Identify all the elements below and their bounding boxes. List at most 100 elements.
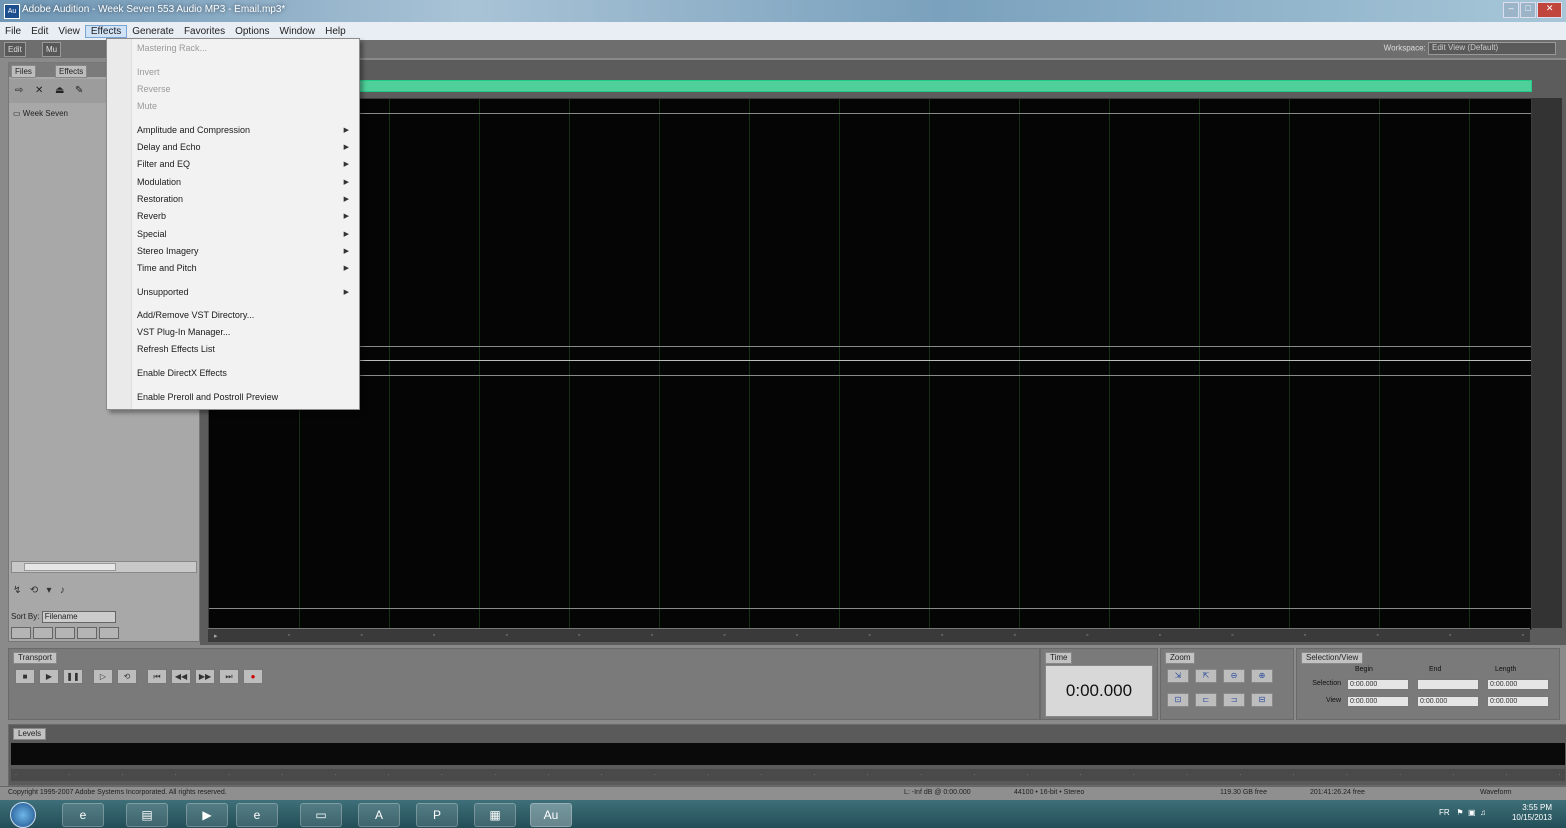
menu-file[interactable]: File [0, 26, 26, 37]
selection-begin-field[interactable]: 0:00.000 [1347, 679, 1409, 690]
workspace-dropdown[interactable]: Edit View (Default) [1428, 42, 1556, 55]
close-button[interactable]: ✕ [1537, 2, 1563, 18]
menu-item-special[interactable]: Special [137, 229, 167, 239]
menu-item-modulation[interactable]: Modulation [137, 177, 181, 187]
menu-item-delay[interactable]: Delay and Echo [137, 142, 201, 152]
zoom-out-vertical-icon[interactable]: ⊟ [1251, 693, 1273, 707]
rewind-icon[interactable]: ◀◀ [171, 669, 191, 684]
menu-window[interactable]: Window [275, 26, 321, 37]
menu-item-time-pitch[interactable]: Time and Pitch [137, 263, 197, 273]
menu-help[interactable]: Help [320, 26, 351, 37]
clock-time: 3:55 PM [1522, 803, 1552, 812]
audition-taskbar-item[interactable]: Au [530, 803, 572, 827]
menu-item-add-vst-directory[interactable]: Add/Remove VST Directory... [137, 310, 254, 320]
internet-explorer-icon[interactable]: e [62, 803, 104, 827]
insert-icon[interactable]: ⏏ [55, 85, 64, 96]
tab-transport[interactable]: Transport [13, 652, 57, 664]
menu-item-stereo-imagery[interactable]: Stereo Imagery [137, 246, 199, 256]
edit-file-icon[interactable]: ✎ [75, 85, 83, 96]
menu-options[interactable]: Options [230, 26, 274, 37]
record-icon[interactable]: ● [243, 669, 263, 684]
close-file-icon[interactable]: ✕ [35, 85, 43, 96]
flag-icon[interactable]: ⚑ [1456, 808, 1463, 817]
multitrack-view-button[interactable]: Mu [42, 42, 62, 57]
loop-icon[interactable]: ⟲ [30, 585, 38, 596]
pause-icon[interactable]: ❚❚ [63, 669, 83, 684]
menu-generate[interactable]: Generate [127, 26, 179, 37]
edit-view-button[interactable]: Edit [4, 42, 26, 57]
show-markers-filter-button[interactable] [99, 627, 119, 639]
go-to-start-icon[interactable]: ⏮ [147, 669, 167, 684]
menu-item-enable-directx[interactable]: Enable DirectX Effects [137, 368, 227, 378]
system-clock[interactable]: 3:55 PM 10/15/2013 [1512, 803, 1552, 823]
menu-item-reverb[interactable]: Reverb [137, 211, 166, 221]
speaker-icon[interactable]: ♫ [1480, 808, 1486, 817]
go-to-end-icon[interactable]: ⏭ [219, 669, 239, 684]
zoom-in-horizontal-icon[interactable]: ⇲ [1167, 669, 1189, 683]
files-horizontal-scrollbar[interactable] [11, 561, 197, 573]
selection-length-field[interactable]: 0:00.000 [1487, 679, 1549, 690]
acrobat-icon[interactable]: A [358, 803, 400, 827]
file-list-item[interactable]: ▭ Week Seven [13, 109, 68, 118]
zoom-out-full-icon[interactable]: ⊖ [1223, 669, 1245, 683]
menu-item-refresh-effects[interactable]: Refresh Effects List [137, 344, 215, 354]
network-icon[interactable]: ▣ [1468, 808, 1476, 817]
play-icon[interactable]: ▶ [39, 669, 59, 684]
minimize-button[interactable]: – [1503, 2, 1520, 18]
tab-zoom[interactable]: Zoom [1165, 652, 1196, 664]
show-audio-filter-button[interactable] [11, 627, 31, 639]
import-icon[interactable]: ⇨ [15, 85, 23, 96]
menu-item-filter[interactable]: Filter and EQ [137, 159, 190, 169]
tab-time[interactable]: Time [1045, 652, 1073, 664]
show-video-filter-button[interactable] [55, 627, 75, 639]
menu-item-amplitude[interactable]: Amplitude and Compression [137, 125, 250, 135]
fast-forward-icon[interactable]: ▶▶ [195, 669, 215, 684]
internet-explorer-icon[interactable]: e [236, 803, 278, 827]
view-end-field[interactable]: 0:00.000 [1417, 696, 1479, 707]
menu-item-vst-manager[interactable]: VST Plug-In Manager... [137, 327, 230, 337]
play-to-end-icon[interactable]: ▷ [93, 669, 113, 684]
menu-item-enable-preroll[interactable]: Enable Preroll and Postroll Preview [137, 392, 278, 402]
sort-by-dropdown[interactable]: Filename [41, 611, 116, 623]
zoom-to-right-edge-icon[interactable]: ⊐ [1223, 693, 1245, 707]
tab-files[interactable]: Files [11, 65, 36, 78]
view-begin-field[interactable]: 0:00.000 [1347, 696, 1409, 707]
selection-end-field[interactable] [1417, 679, 1479, 690]
loop-play-icon[interactable]: ⟲ [117, 669, 137, 684]
menu-item-restoration[interactable]: Restoration [137, 194, 183, 204]
auto-play-icon[interactable]: ↯ [13, 585, 21, 596]
zoom-to-left-edge-icon[interactable]: ⊏ [1195, 693, 1217, 707]
menu-favorites[interactable]: Favorites [179, 26, 230, 37]
workspace-selector[interactable]: Workspace: Edit View (Default) [1384, 42, 1556, 55]
document-icon[interactable]: ▦ [474, 803, 516, 827]
show-loop-filter-button[interactable] [33, 627, 53, 639]
scrollbar-thumb[interactable] [24, 563, 116, 571]
menu-effects[interactable]: Effects [84, 24, 128, 38]
media-player-icon[interactable]: ▶ [186, 803, 228, 827]
show-midi-filter-button[interactable] [77, 627, 97, 639]
maximize-button[interactable]: □ [1520, 2, 1537, 18]
volume-icon[interactable]: ♪ [60, 585, 65, 596]
zoom-in-vertical-icon[interactable]: ⊕ [1251, 669, 1273, 683]
status-copyright: Copyright 1995-2007 Adobe Systems Incorp… [8, 789, 227, 796]
menu-item-unsupported[interactable]: Unsupported [137, 287, 189, 297]
time-ruler[interactable]: ▸ ◦ ◦ ◦ ◦ ◦ ◦ ◦ ◦ ◦ ◦ ◦ ◦ ◦ ◦ ◦ ◦ ◦ ◦ [208, 628, 1530, 642]
file-explorer-icon[interactable]: ▤ [126, 803, 168, 827]
start-button[interactable] [10, 802, 36, 828]
view-length-field[interactable]: 0:00.000 [1487, 696, 1549, 707]
zoom-to-selection-icon[interactable]: ⊡ [1167, 693, 1189, 707]
options-icon[interactable]: ▾ [46, 585, 51, 596]
zoom-out-horizontal-icon[interactable]: ⇱ [1195, 669, 1217, 683]
tab-selection-view[interactable]: Selection/View [1301, 652, 1364, 664]
powerpoint-icon[interactable]: P [416, 803, 458, 827]
waveform-display[interactable] [208, 98, 1532, 630]
overview-bar[interactable] [210, 80, 1532, 92]
stop-icon[interactable]: ■ [15, 669, 35, 684]
tab-levels[interactable]: Levels [13, 728, 47, 740]
language-indicator[interactable]: FR [1439, 808, 1450, 817]
menu-edit[interactable]: Edit [26, 26, 53, 37]
waveform-file-icon: ▭ [13, 109, 23, 118]
menu-view[interactable]: View [53, 26, 85, 37]
tab-effects[interactable]: Effects [55, 65, 88, 78]
folder-icon[interactable]: ▭ [300, 803, 342, 827]
